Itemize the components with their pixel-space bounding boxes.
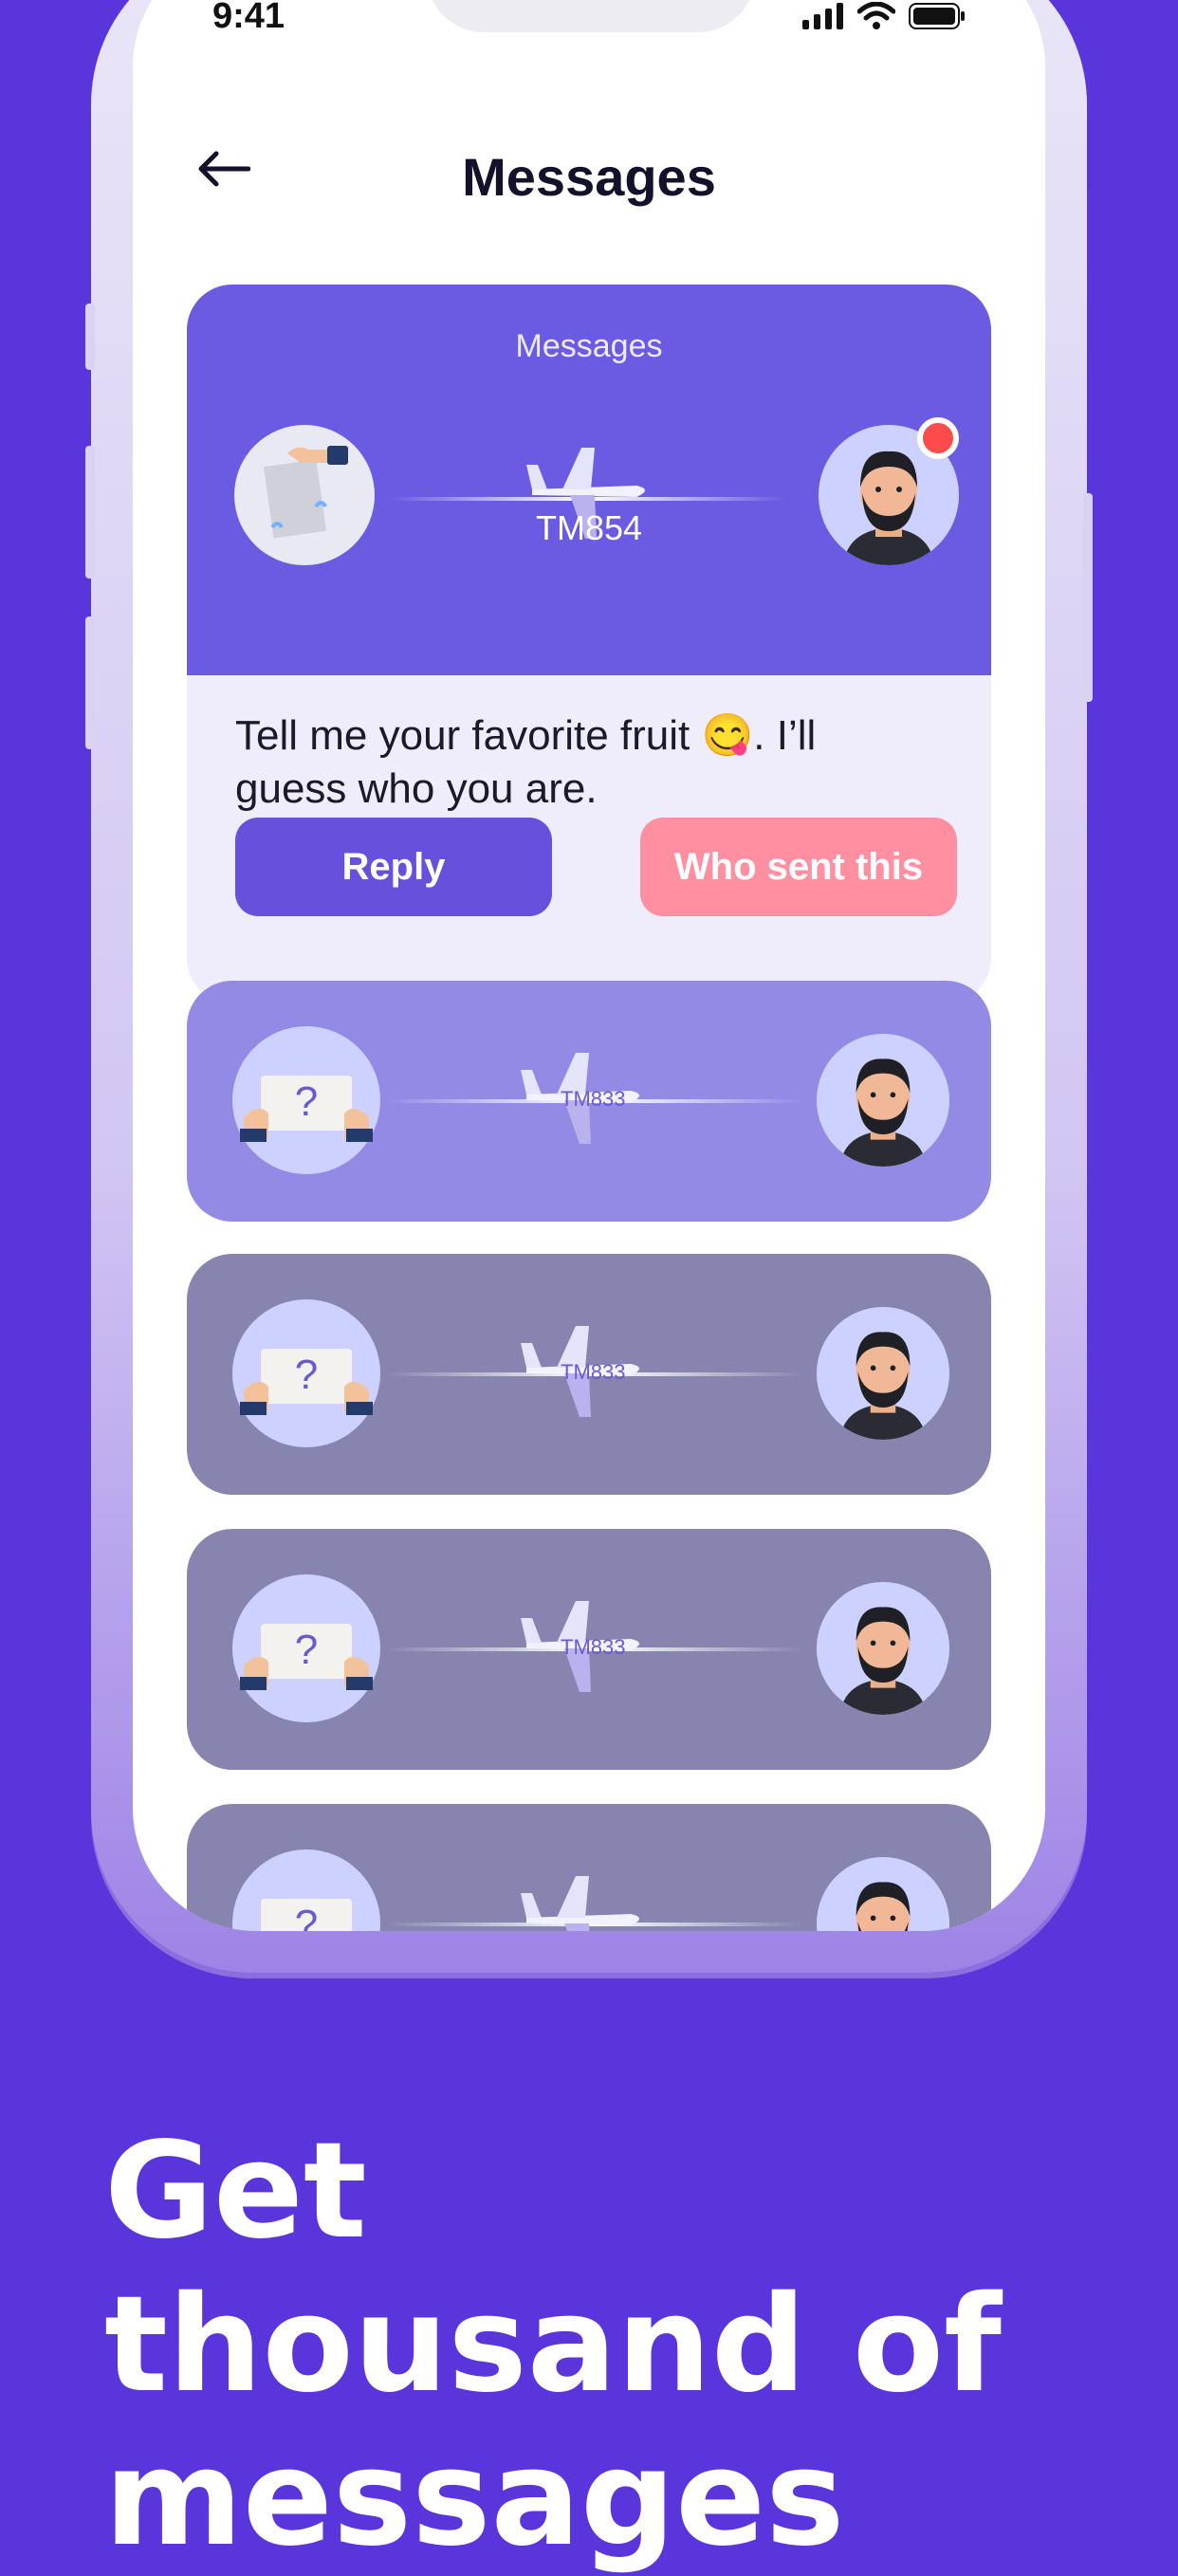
recipient-avatar — [817, 1034, 949, 1167]
marketing-caption: Get thousand of messages — [104, 2114, 1002, 2576]
message-list-item[interactable]: ? TM833 — [187, 1254, 991, 1495]
flight-code: TM833 — [561, 1087, 626, 1111]
notch — [427, 0, 755, 32]
who-sent-this-button[interactable]: Who sent this — [640, 818, 957, 916]
status-icons — [802, 2, 966, 30]
svg-text:?: ? — [295, 1352, 318, 1398]
anonymous-sender-avatar: ? — [232, 1574, 380, 1722]
recipient-avatar — [817, 1307, 949, 1440]
airplane-icon — [519, 1865, 652, 1931]
phone-side-button — [85, 616, 95, 749]
svg-text:?: ? — [295, 1078, 318, 1125]
header: Messages — [133, 123, 1045, 218]
phone-screen: 9:41 Messages Messages TM854 Tell me you… — [133, 0, 1045, 1931]
notification-dot — [917, 417, 959, 459]
status-time: 9:41 — [212, 0, 285, 36]
recipient-avatar — [817, 1582, 949, 1715]
card-label: Messages — [515, 328, 663, 364]
page-title: Messages — [462, 147, 716, 207]
svg-text:?: ? — [295, 1902, 318, 1931]
phone-side-button — [85, 446, 95, 579]
anonymous-sender-avatar: ? — [232, 1026, 380, 1174]
message-list-item[interactable]: ? TM833 — [187, 981, 991, 1222]
sender-avatar — [234, 425, 375, 565]
message-text: Tell me your favorite fruit 😋. I’ll gues… — [235, 712, 817, 812]
message-list-item[interactable]: ? TM833 — [187, 1529, 991, 1770]
wifi-icon — [857, 2, 895, 29]
featured-card-header: Messages TM854 — [187, 285, 991, 675]
phone-side-button — [85, 304, 95, 370]
anonymous-sender-avatar: ? — [232, 1299, 380, 1447]
flight-code: TM854 — [536, 508, 643, 547]
phone-side-button — [1083, 493, 1093, 702]
status-bar: 9:41 — [133, 0, 1045, 57]
hand-letter-icon — [263, 446, 348, 539]
reply-button[interactable]: Reply — [235, 818, 552, 916]
svg-text:?: ? — [295, 1627, 318, 1673]
flight-code: TM833 — [561, 1635, 626, 1659]
anonymous-sender-avatar: ? — [232, 1849, 380, 1931]
battery-icon — [909, 3, 965, 29]
signal-icon — [802, 3, 843, 29]
message-list-item[interactable]: ? — [187, 1804, 991, 1931]
flight-code: TM833 — [561, 1360, 626, 1384]
recipient-avatar — [817, 1857, 949, 1931]
featured-message-card[interactable]: Messages TM854 Tell me your favorite fru… — [187, 285, 991, 1003]
